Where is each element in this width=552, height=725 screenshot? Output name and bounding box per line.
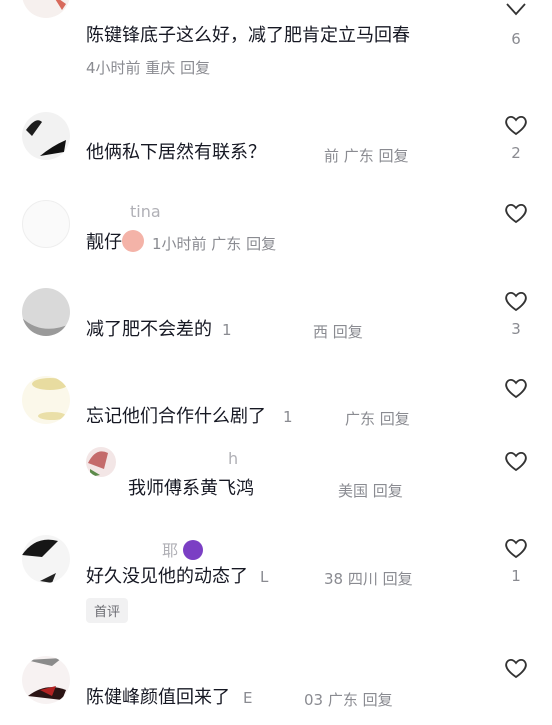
comment-meta-time: 1 bbox=[222, 321, 232, 339]
comment-text: 靓仔 bbox=[86, 230, 144, 255]
comment-text: 减了肥不会差的 bbox=[86, 319, 212, 340]
comment-meta-time: E bbox=[243, 689, 253, 707]
like-count: 3 bbox=[511, 320, 521, 338]
comment-meta: 美国 回复 bbox=[338, 482, 403, 500]
first-comment-badge: 首评 bbox=[86, 598, 129, 623]
like-button[interactable]: 6 bbox=[504, 0, 528, 48]
avatar[interactable] bbox=[86, 447, 116, 477]
comment-text: 他俩私下居然有联系？ bbox=[86, 142, 266, 163]
like-button[interactable]: 2 bbox=[504, 114, 528, 162]
heart-icon bbox=[505, 378, 527, 399]
avatar[interactable] bbox=[22, 200, 70, 248]
like-count: 1 bbox=[511, 567, 521, 585]
comment-author[interactable]: h bbox=[228, 449, 238, 468]
comment-meta: 西 回复 bbox=[313, 323, 363, 341]
heart-icon bbox=[505, 658, 527, 679]
avatar[interactable] bbox=[22, 656, 70, 704]
heart-icon bbox=[505, 115, 527, 136]
comment-text: 我师傅系黄飞鸿 bbox=[128, 478, 254, 499]
heart-icon bbox=[505, 203, 527, 224]
like-button[interactable] bbox=[504, 450, 528, 480]
avatar[interactable] bbox=[22, 112, 70, 160]
avatar[interactable] bbox=[22, 535, 70, 583]
like-count: 2 bbox=[511, 144, 521, 162]
comment-text: 陈键锋底子这么好，减了肥肯定立马回春 bbox=[86, 25, 410, 46]
comment-meta-time: 1 bbox=[283, 408, 293, 426]
comment-meta: 广东 回复 bbox=[345, 410, 410, 428]
heart-icon bbox=[506, 3, 526, 16]
like-count: 6 bbox=[511, 30, 521, 48]
comment-meta-time: L bbox=[260, 568, 269, 586]
pig-face-emoji-icon bbox=[122, 230, 144, 252]
comment-text: 好久没见他的动态了 bbox=[86, 566, 248, 587]
like-button[interactable]: 3 bbox=[504, 290, 528, 338]
avatar[interactable] bbox=[22, 0, 70, 18]
heart-icon bbox=[505, 538, 527, 559]
comment-meta: 38 四川 回复 bbox=[324, 570, 413, 588]
comment-meta: 4小时前 重庆 回复 bbox=[86, 59, 211, 77]
comment-author[interactable]: 耶 bbox=[162, 537, 204, 561]
comment-meta: 前 广东 回复 bbox=[324, 147, 409, 165]
heart-icon bbox=[505, 451, 527, 472]
comment-author[interactable]: tina bbox=[130, 202, 161, 221]
devil-face-emoji-icon bbox=[183, 540, 204, 560]
comment-text: 陈健峰颜值回来了 bbox=[86, 687, 230, 708]
comment-meta: 1小时前 广东 回复 bbox=[152, 235, 277, 253]
heart-icon bbox=[505, 291, 527, 312]
like-button[interactable] bbox=[504, 657, 528, 687]
like-button[interactable] bbox=[504, 202, 528, 232]
comment-text: 忘记他们合作什么剧了 bbox=[86, 406, 266, 427]
comment-meta: 03 广东 回复 bbox=[304, 691, 393, 709]
avatar[interactable] bbox=[22, 288, 70, 336]
like-button[interactable] bbox=[504, 377, 528, 407]
avatar[interactable] bbox=[22, 376, 70, 424]
like-button[interactable]: 1 bbox=[504, 537, 528, 585]
